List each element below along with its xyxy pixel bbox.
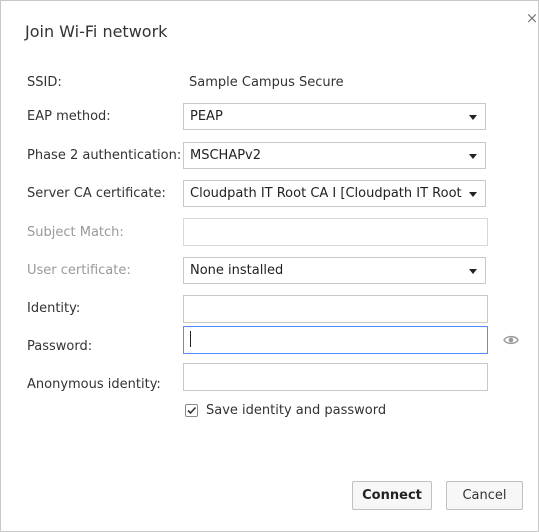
text-cursor xyxy=(190,331,191,347)
user-certificate-select[interactable]: None installed xyxy=(183,257,486,284)
server-ca-value: Cloudpath IT Root CA I [Cloudpath IT Roo… xyxy=(190,186,463,201)
eap-method-select[interactable]: PEAP xyxy=(183,103,486,130)
cancel-button[interactable]: Cancel xyxy=(446,481,523,510)
chevron-down-icon xyxy=(469,154,477,159)
eap-method-label: EAP method: xyxy=(27,109,111,124)
user-certificate-label: User certificate: xyxy=(27,263,131,278)
phase2-label: Phase 2 authentication: xyxy=(27,148,182,163)
phase2-value: MSCHAPv2 xyxy=(190,148,262,163)
eye-icon[interactable] xyxy=(503,334,519,346)
password-label: Password: xyxy=(27,339,93,354)
join-wifi-dialog: Join Wi-Fi network × SSID: Sample Campus… xyxy=(0,0,539,532)
connect-button[interactable]: Connect xyxy=(352,481,432,510)
identity-label: Identity: xyxy=(27,301,81,316)
dialog-title: Join Wi-Fi network xyxy=(25,22,168,41)
server-ca-label: Server CA certificate: xyxy=(27,186,166,201)
chevron-down-icon xyxy=(469,269,477,274)
ssid-value: Sample Campus Secure xyxy=(189,75,344,90)
subject-match-input[interactable] xyxy=(183,218,488,246)
save-identity-label: Save identity and password xyxy=(206,403,387,418)
save-identity-checkbox[interactable] xyxy=(185,404,198,417)
server-ca-select[interactable]: Cloudpath IT Root CA I [Cloudpath IT Roo… xyxy=(183,180,486,207)
identity-input[interactable] xyxy=(183,295,488,323)
eap-method-value: PEAP xyxy=(190,109,223,124)
password-input[interactable] xyxy=(183,326,488,354)
anonymous-identity-label: Anonymous identity: xyxy=(27,377,161,392)
user-certificate-value: None installed xyxy=(190,263,284,278)
anonymous-identity-input[interactable] xyxy=(183,363,488,391)
close-icon[interactable]: × xyxy=(525,11,539,26)
phase2-select[interactable]: MSCHAPv2 xyxy=(183,142,486,169)
ssid-label: SSID: xyxy=(27,75,62,90)
subject-match-label: Subject Match: xyxy=(27,225,124,240)
chevron-down-icon xyxy=(469,192,477,197)
chevron-down-icon xyxy=(469,115,477,120)
